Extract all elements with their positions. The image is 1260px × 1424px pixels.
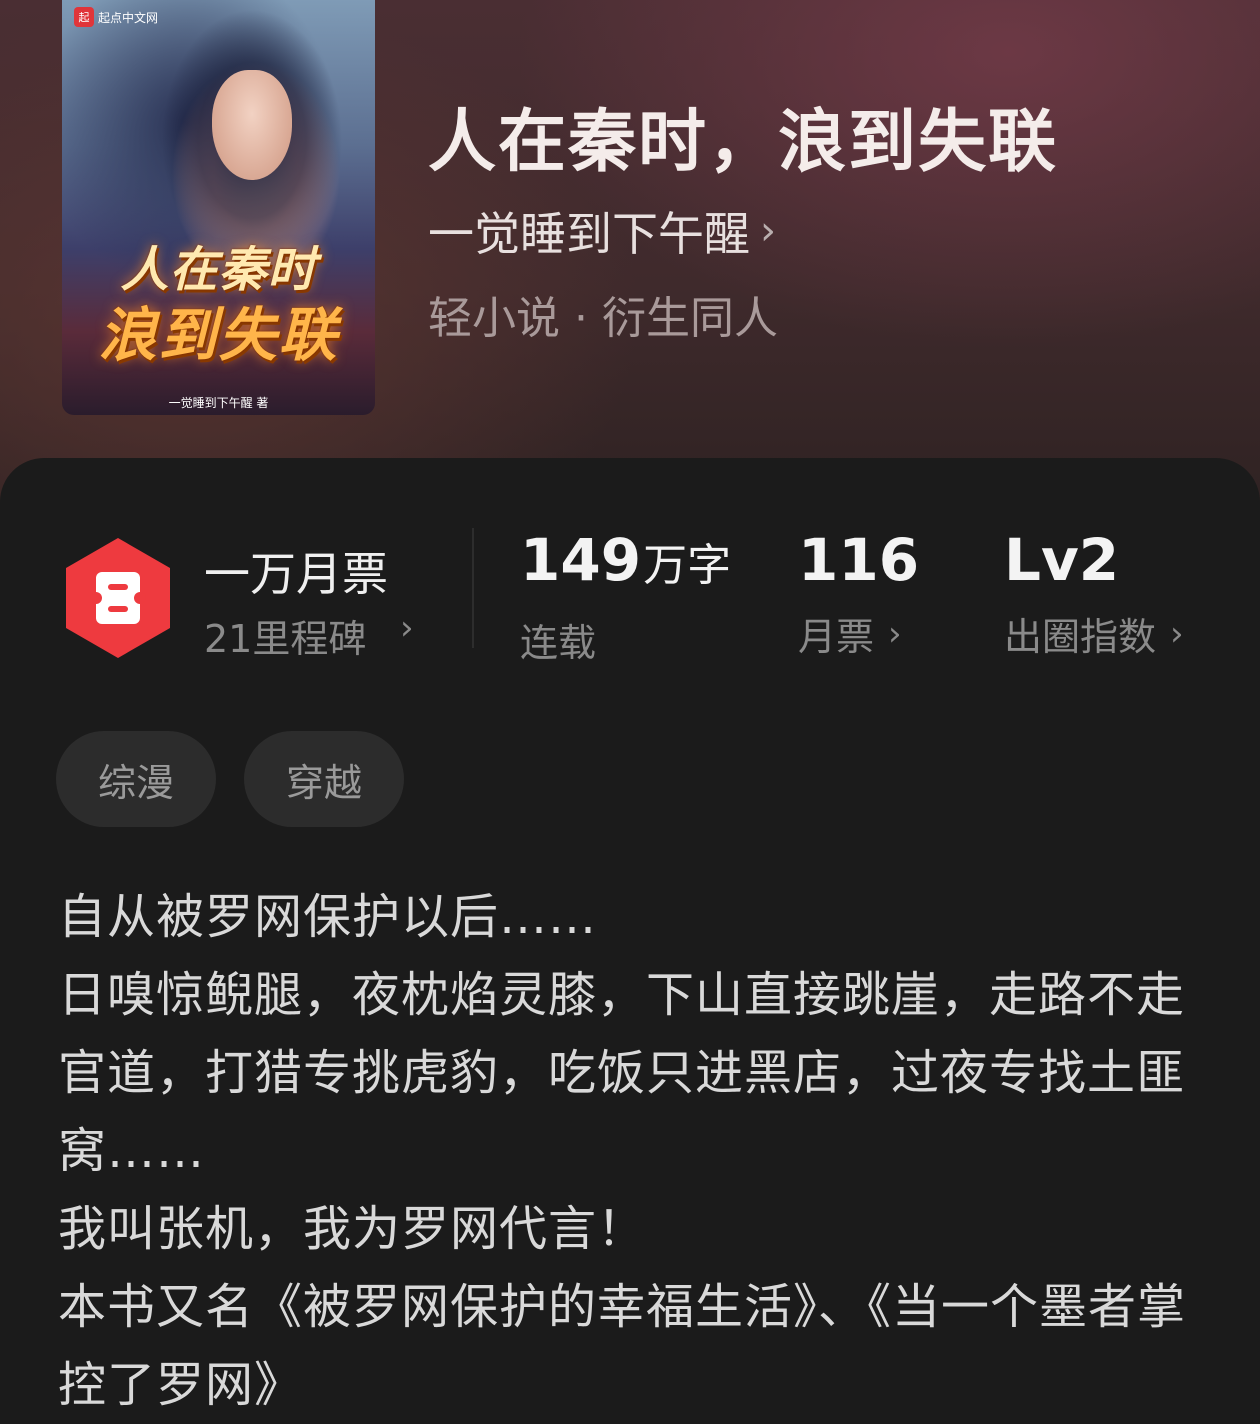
chevron-right-icon: › [760, 208, 776, 254]
milestone-title: 一万月票 [204, 547, 388, 601]
description-paragraph: 日嗅惊鲵腿，夜枕焰灵膝，下山直接跳崖，走路不走官道，打猎专挑虎豹，吃饭只进黑店，… [58, 967, 1186, 1179]
popularity-level-value: Lv2 [1004, 526, 1120, 594]
word-count-value: 149 [520, 526, 642, 594]
description-paragraph: 自从被罗网保护以后…… [58, 889, 598, 945]
qidian-logo-text: 起点中文网 [98, 10, 159, 25]
monthly-votes-stat[interactable]: 116 月票 › [798, 528, 919, 661]
popularity-index-stat[interactable]: Lv2 出圈指数 › [1004, 528, 1184, 661]
popularity-index-label: 出圈指数 [1004, 615, 1157, 659]
chevron-right-icon: › [888, 613, 902, 654]
author-link[interactable]: 一觉睡到下午醒 › [428, 198, 776, 264]
book-header: 起 起点中文网 人在秦时 浪到失联 一觉睡到下午醒 著 人在秦时，浪到失联 一觉… [0, 0, 1260, 520]
tag-chip[interactable]: 穿越 [244, 731, 405, 827]
chevron-right-icon: › [1170, 613, 1184, 654]
qidian-logo-mark: 起 [74, 7, 94, 27]
book-detail-page: 起 起点中文网 人在秦时 浪到失联 一觉睡到下午醒 著 人在秦时，浪到失联 一觉… [0, 0, 1260, 1424]
status-label: 连载 [520, 621, 597, 665]
monthly-votes-label: 月票 [798, 615, 875, 659]
monthly-votes-value: 116 [798, 526, 920, 594]
book-info-card: 一万月票 21里程碑 › 149万字 连载 116 月票 › Lv2 出圈指数 … [0, 458, 1260, 1424]
word-count-unit: 万字 [643, 540, 732, 591]
author-name: 一觉睡到下午醒 [428, 207, 750, 261]
cover-art-face [212, 70, 292, 180]
description-paragraph: 本书又名《被罗网保护的幸福生活》、《当一个墨者掌控了罗网》 [58, 1279, 1187, 1413]
stats-divider [472, 528, 474, 648]
book-category: 轻小说 · 衍生同人 [428, 293, 778, 344]
cover-author-credit: 一觉睡到下午醒 著 [168, 396, 269, 410]
book-description[interactable]: 自从被罗网保护以后…… 日嗅惊鲵腿，夜枕焰灵膝，下山直接跳崖，走路不走官道，打猎… [58, 878, 1208, 1424]
stats-row: 一万月票 21里程碑 › 149万字 连载 116 月票 › Lv2 出圈指数 … [0, 528, 1260, 668]
milestone-link[interactable]: 21里程碑 [204, 608, 366, 663]
tag-list: 综漫 穿越 [56, 731, 405, 827]
word-count-stat: 149万字 连载 [520, 528, 731, 667]
cover-title-line2: 浪到失联 [98, 301, 339, 369]
monthly-ticket-icon[interactable] [62, 536, 174, 660]
qidian-logo: 起 起点中文网 [70, 6, 164, 28]
book-title: 人在秦时，浪到失联 [428, 102, 1059, 182]
tag-chip[interactable]: 综漫 [56, 731, 217, 827]
book-cover[interactable]: 起 起点中文网 人在秦时 浪到失联 一觉睡到下午醒 著 [62, 0, 375, 415]
description-paragraph: 我叫张机，我为罗网代言！ [58, 1201, 647, 1257]
chevron-right-icon: › [400, 608, 414, 648]
